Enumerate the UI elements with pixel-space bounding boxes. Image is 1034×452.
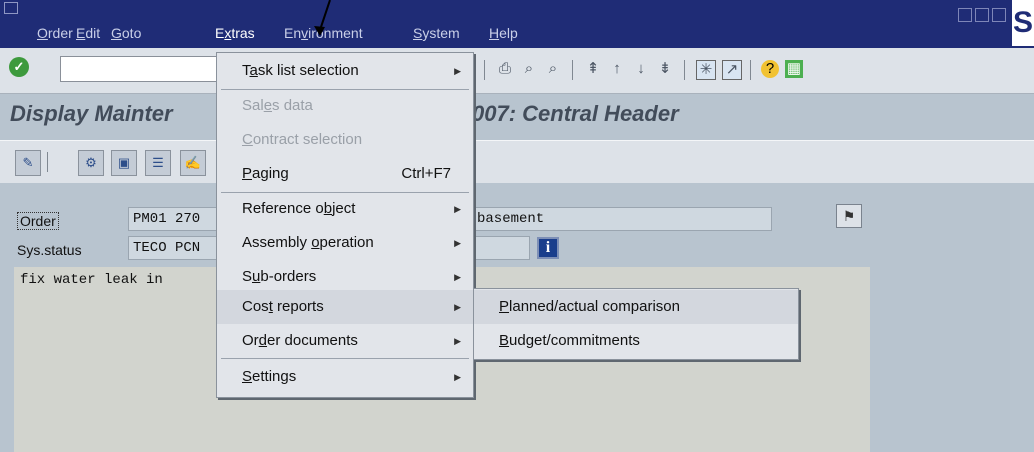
toolbar-separator xyxy=(750,60,751,80)
sys-status-field: TECO PCN xyxy=(128,236,218,260)
operations-icon[interactable]: ⚙ xyxy=(78,150,104,176)
find-icon[interactable]: ⌕ xyxy=(520,60,538,78)
submenu-arrow-icon: ▶ xyxy=(454,336,461,346)
menu-item-task-list-selection[interactable]: Task list selection ▶ xyxy=(217,54,473,88)
components-icon[interactable]: ▣ xyxy=(111,150,137,176)
list-icon[interactable]: ☰ xyxy=(145,150,171,176)
help-icon[interactable]: ? xyxy=(761,60,779,78)
menu-item-reference-object[interactable]: Reference object ▶ xyxy=(217,192,473,226)
toolbar-separator xyxy=(484,60,485,80)
menu-item-contract-selection: Contract selection xyxy=(242,131,363,148)
edit-icon[interactable]: ✍ xyxy=(180,150,206,176)
page-title: Display Mainter xyxy=(10,101,173,126)
maximize-icon[interactable] xyxy=(975,8,989,22)
menu-item-paging[interactable]: Paging Ctrl+F7 xyxy=(217,157,473,191)
previous-page-icon[interactable]: ↑ xyxy=(608,60,626,78)
submenu-arrow-icon: ▶ xyxy=(454,372,461,382)
minimize-icon[interactable] xyxy=(958,8,972,22)
menu-system[interactable]: System xyxy=(413,25,460,41)
menu-extras[interactable]: Extras xyxy=(215,25,255,41)
page-title-suffix: 007: Central Header xyxy=(472,101,679,126)
toolbar-separator xyxy=(572,60,573,80)
menu-help[interactable]: Help xyxy=(489,25,518,41)
toolbar-separator xyxy=(47,152,48,172)
header-flag-icon[interactable]: ⚑ xyxy=(836,204,862,228)
display-change-icon[interactable]: ✎ xyxy=(15,150,41,176)
toolbar-separator xyxy=(684,60,685,80)
submenu-arrow-icon: ▶ xyxy=(454,204,461,214)
menu-item-sub-orders[interactable]: Sub-orders ▶ xyxy=(217,260,473,294)
annotation-arrow-icon xyxy=(314,0,331,36)
menu-item-budget-commitments[interactable]: Budget/commitments xyxy=(474,324,798,358)
sap-logo: S xyxy=(1012,0,1034,46)
menu-order[interactable]: Order xyxy=(37,25,73,41)
menu-item-order-documents[interactable]: Order documents ▶ xyxy=(217,324,473,358)
sys-status-label: Sys.status xyxy=(17,242,82,258)
find-next-icon[interactable]: ⌕ xyxy=(544,60,562,78)
paging-shortcut: Ctrl+F7 xyxy=(401,165,451,182)
check-icon[interactable]: ✓ xyxy=(9,57,29,77)
menu-separator xyxy=(221,358,469,359)
cost-reports-submenu: Planned/actual comparison Budget/commitm… xyxy=(473,288,799,360)
layout-menu-icon[interactable]: ▦ xyxy=(785,60,803,78)
last-page-icon[interactable]: ⇟ xyxy=(656,60,674,78)
print-icon[interactable]: ⎙ xyxy=(496,60,514,78)
extras-dropdown-menu: Task list selection ▶ Sales data Contract… xyxy=(216,52,474,398)
order-number-field[interactable]: PM01 270 xyxy=(128,207,218,231)
create-session-icon[interactable]: ✳ xyxy=(696,60,716,80)
submenu-arrow-icon: ▶ xyxy=(454,66,461,76)
long-text-line: fix water leak in xyxy=(20,272,163,288)
menu-edit[interactable]: Edit xyxy=(76,25,100,41)
first-page-icon[interactable]: ⇞ xyxy=(584,60,602,78)
window-menu-icon[interactable] xyxy=(4,2,18,14)
order-description-field[interactable]: basement xyxy=(472,207,772,231)
info-icon[interactable]: i xyxy=(537,237,559,259)
next-page-icon[interactable]: ↓ xyxy=(632,60,650,78)
menu-item-cost-reports[interactable]: Cost reports ▶ xyxy=(217,290,473,324)
menu-item-settings[interactable]: Settings ▶ xyxy=(217,360,473,394)
submenu-arrow-icon: ▶ xyxy=(454,302,461,312)
submenu-arrow-icon: ▶ xyxy=(454,238,461,248)
user-status-field xyxy=(472,236,530,260)
menu-item-planned-actual-comparison[interactable]: Planned/actual comparison xyxy=(474,290,798,324)
close-icon[interactable] xyxy=(992,8,1006,22)
command-field[interactable] xyxy=(60,56,232,82)
menu-goto[interactable]: Goto xyxy=(111,25,141,41)
shortcut-icon[interactable]: ↗ xyxy=(722,60,742,80)
submenu-arrow-icon: ▶ xyxy=(454,272,461,282)
order-label: Order xyxy=(17,212,59,230)
menu-item-sales-data: Sales data xyxy=(242,97,313,114)
menu-item-assembly-operation[interactable]: Assembly operation ▶ xyxy=(217,226,473,260)
